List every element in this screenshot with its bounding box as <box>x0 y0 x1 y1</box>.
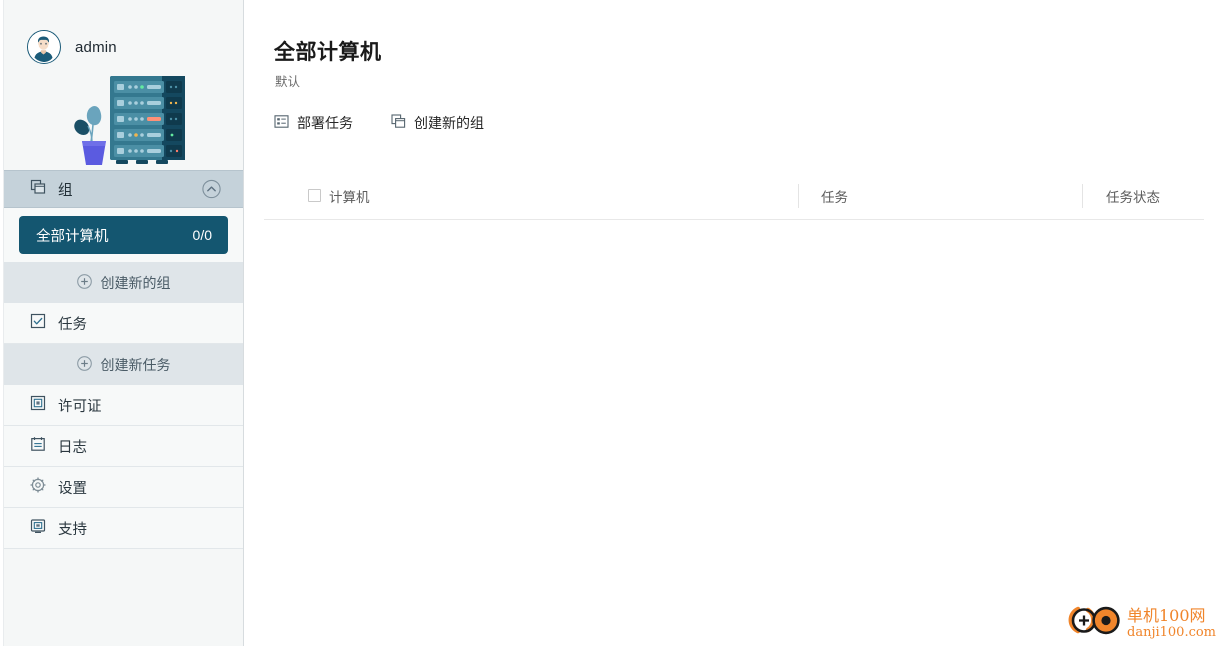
sidebar-item-all-computers-count: 0/0 <box>192 227 212 243</box>
sidebar-item-license[interactable]: 许可证 <box>4 385 243 426</box>
sidebar-section-tasks-label: 任务 <box>58 316 87 333</box>
create-new-group-sidebar-label: 创建新的组 <box>100 274 171 291</box>
sidebar-item-logs[interactable]: 日志 <box>4 426 243 467</box>
table-header-computer-label: 计算机 <box>329 189 370 205</box>
table-header-row: 计算机 任务 任务状态 <box>264 172 1204 220</box>
user-profile[interactable]: admin <box>4 0 243 72</box>
column-divider <box>798 183 799 208</box>
create-new-task-sidebar-button[interactable]: 创建新任务 <box>4 344 243 385</box>
username-label: admin <box>75 38 117 56</box>
deploy-task-label: 部署任务 <box>297 115 353 131</box>
sidebar-section-tasks[interactable]: 任务 <box>4 303 243 344</box>
page-title: 全部计算机 <box>274 41 382 64</box>
group-list: 全部计算机 0/0 <box>4 208 243 262</box>
sidebar-item-license-label: 许可证 <box>58 398 102 415</box>
column-divider <box>1082 183 1083 208</box>
sidebar-item-support-label: 支持 <box>58 521 87 538</box>
user-avatar-icon <box>27 30 61 64</box>
table-header-computer[interactable]: 计算机 <box>309 172 798 220</box>
deploy-task-icon <box>274 114 289 132</box>
page-subtitle: 默认 <box>275 75 301 89</box>
sidebar-item-all-computers[interactable]: 全部计算机 0/0 <box>19 216 228 254</box>
server-rack-illustration <box>4 72 243 170</box>
sidebar-section-groups-label: 组 <box>58 182 73 199</box>
table-header-select <box>264 172 321 220</box>
plus-circle-icon <box>76 273 92 292</box>
create-new-task-sidebar-label: 创建新任务 <box>100 356 171 373</box>
main-content: 全部计算机 默认 部署任务 创建新的组 计算机 任务 任务状态 <box>245 0 1217 646</box>
sidebar-item-support[interactable]: 支持 <box>4 508 243 549</box>
sidebar-item-settings[interactable]: 设置 <box>4 467 243 508</box>
toolbar: 部署任务 创建新的组 <box>274 113 484 133</box>
sidebar-item-logs-label: 日志 <box>58 439 87 456</box>
table-header-task[interactable]: 任务 <box>798 172 1082 220</box>
plus-circle-icon <box>76 355 92 374</box>
table-header-task-label: 任务 <box>821 189 848 205</box>
sidebar-section-groups[interactable]: 组 <box>4 170 243 208</box>
log-book-icon <box>30 436 46 456</box>
copy-windows-icon <box>30 179 46 199</box>
deploy-task-button[interactable]: 部署任务 <box>274 113 353 133</box>
sidebar-item-settings-label: 设置 <box>58 480 87 497</box>
support-icon <box>30 518 46 538</box>
table-header-task-status-label: 任务状态 <box>1106 189 1160 205</box>
checkbox-check-icon <box>30 313 46 333</box>
gear-icon <box>30 477 46 497</box>
license-icon <box>30 395 46 415</box>
chevron-up-circle-icon[interactable] <box>202 179 221 199</box>
create-new-group-label: 创建新的组 <box>414 115 484 131</box>
create-new-group-button[interactable]: 创建新的组 <box>391 113 484 133</box>
computers-table: 计算机 任务 任务状态 <box>264 172 1204 220</box>
sidebar-item-all-computers-label: 全部计算机 <box>36 228 109 245</box>
new-group-icon <box>391 114 406 132</box>
table-header-task-status[interactable]: 任务状态 <box>1082 172 1204 220</box>
app-window: admin 组 全部计算机 0/0 创建新的组 任务 创建新任务 许可证 日志 … <box>0 0 1217 646</box>
create-new-group-sidebar-button[interactable]: 创建新的组 <box>4 262 243 303</box>
sidebar: admin 组 全部计算机 0/0 创建新的组 任务 创建新任务 许可证 日志 … <box>3 0 244 646</box>
